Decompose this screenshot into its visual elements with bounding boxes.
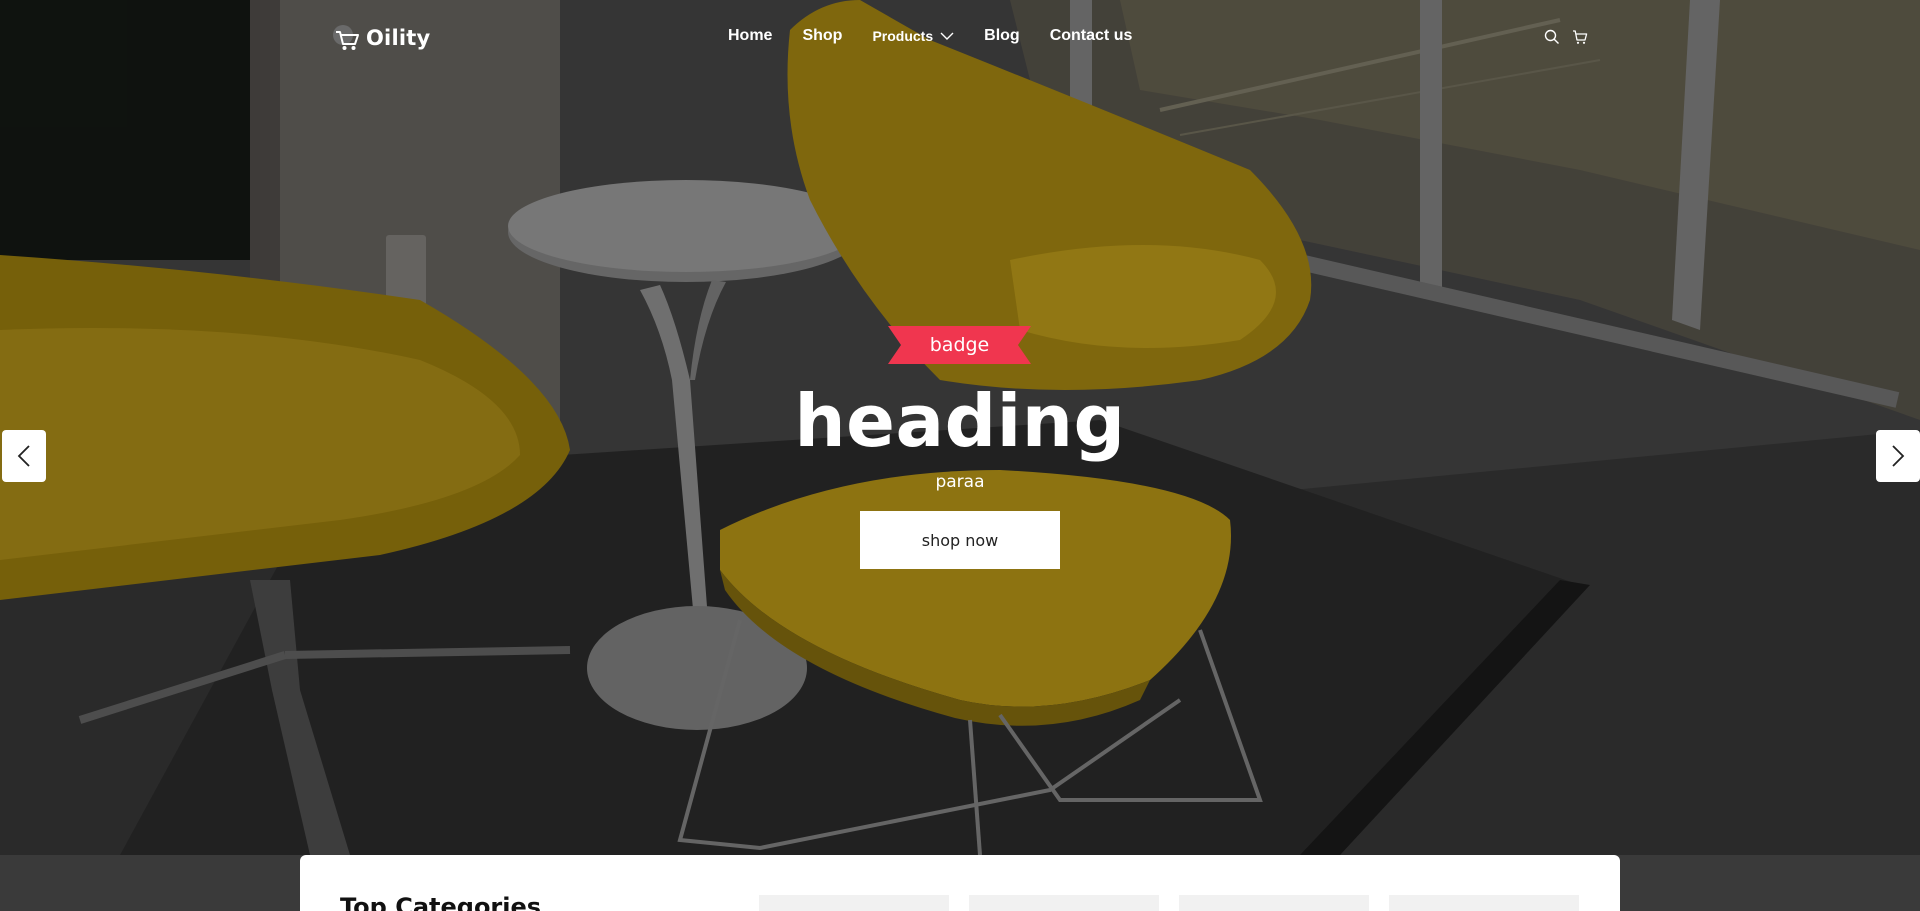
slider-prev-button[interactable]	[2, 430, 46, 482]
brand-logo[interactable]: Oility	[332, 22, 430, 54]
nav-link-home[interactable]: Home	[728, 27, 772, 45]
category-card[interactable]	[759, 895, 949, 911]
nav-link-products[interactable]: Products	[872, 28, 954, 44]
category-card[interactable]	[1179, 895, 1369, 911]
cart-icon[interactable]	[1572, 29, 1588, 45]
nav-link-products-label: Products	[872, 28, 934, 44]
nav-link-shop[interactable]: Shop	[802, 27, 842, 45]
slider-next-button[interactable]	[1876, 430, 1920, 482]
hero-paragraph: paraa	[935, 472, 985, 492]
main-nav: Home Shop Products Blog Contact us	[728, 27, 1162, 45]
chevron-right-icon	[1892, 445, 1905, 467]
top-navbar: Oility Home Shop Products Blog Contact u…	[0, 0, 1920, 76]
top-categories-section: Top Categories	[300, 855, 1620, 911]
hero-heading: heading	[794, 379, 1126, 463]
nav-link-contact[interactable]: Contact us	[1050, 27, 1133, 45]
nav-actions	[1544, 29, 1588, 45]
hero-badge-text: badge	[929, 334, 990, 356]
search-icon[interactable]	[1544, 29, 1560, 45]
hero-badge: badge	[888, 326, 1031, 364]
brand-name: Oility	[366, 26, 431, 50]
category-card[interactable]	[1389, 895, 1579, 911]
nav-link-blog[interactable]: Blog	[984, 27, 1020, 45]
shop-now-button[interactable]: shop now	[860, 511, 1060, 569]
chevron-left-icon	[17, 445, 30, 467]
cart-logo-icon	[333, 25, 359, 50]
category-card[interactable]	[969, 895, 1159, 911]
section-title: Top Categories	[340, 893, 542, 911]
chevron-down-icon	[940, 32, 954, 40]
